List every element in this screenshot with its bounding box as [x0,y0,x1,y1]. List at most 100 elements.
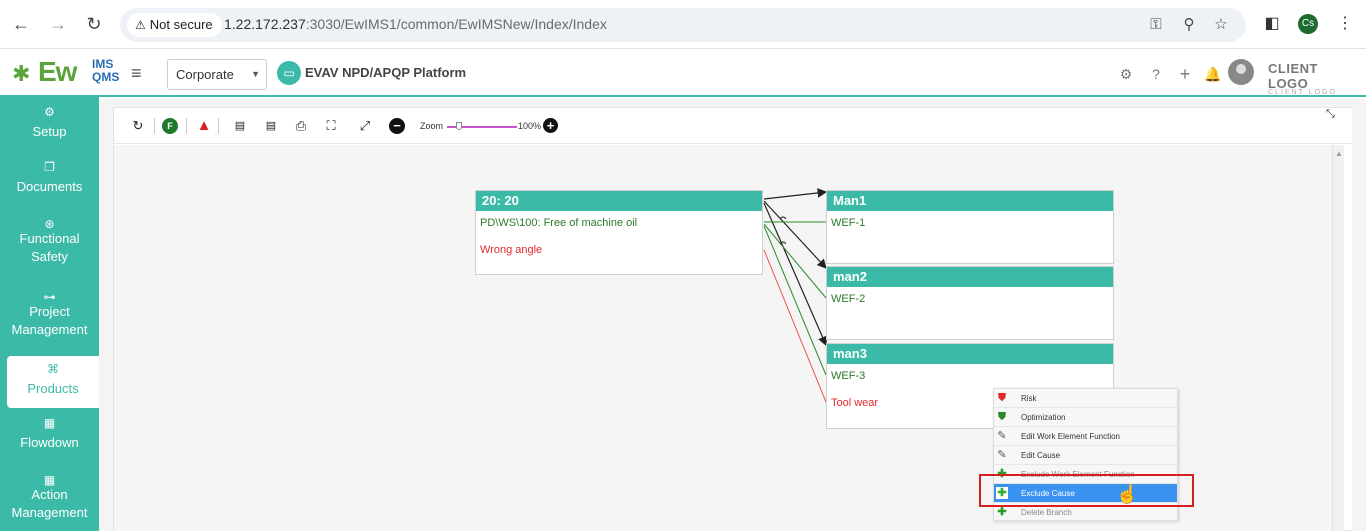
context-menu-label: Delete Branch [1021,508,1072,517]
man3-node-cause[interactable]: Tool wear [831,397,878,409]
man1-node[interactable]: Man1 WEF-1 [826,190,1114,264]
sidebar-item-products[interactable]: ⌘ Products [7,356,99,408]
url-text[interactable]: 1.22.172.237:3030/EwIMS1/common/EwIMSNew… [224,16,607,32]
hamburger-menu-icon[interactable]: ≡ [131,63,142,84]
url-host: 1.22.172.237 [224,16,306,32]
key-icon[interactable]: ⚿ [1146,15,1166,35]
man2-node[interactable]: man2 WEF-2 [826,266,1114,340]
security-label: Not secure [149,17,213,32]
toolbar-separator [154,118,155,134]
hand-cursor-icon: ☝ [1116,484,1139,504]
organization-select-value: Corporate [176,67,234,82]
client-logo-text: CLIENT LOGO [1268,61,1318,91]
browser-chrome: ← → ↻ ⚠ Not secure 1.22.172.237:3030/EwIM… [0,0,1366,49]
logo-ew-text: Ew [38,56,77,87]
client-logo: CLIENT LOGO CLIENT LOGO [1268,61,1352,96]
plus-icon: ✚ [997,506,1007,518]
profile-avatar[interactable]: Cs [1298,14,1318,34]
man2-node-title: man2 [827,267,1113,287]
vertical-scrollbar[interactable]: ▲ [1332,145,1344,531]
sidebar-item-label: Project Management [11,304,88,337]
monitor-icon: ▭ [277,61,301,85]
man3-node-title: man3 [827,344,1113,364]
alert-triangle-icon[interactable]: ▲ [196,118,212,134]
man3-node-function[interactable]: WEF-3 [831,370,865,382]
sidebar-item-label: Documents [16,179,83,194]
help-icon[interactable]: ? [1147,65,1165,83]
man2-node-function[interactable]: WEF-2 [831,293,865,305]
bell-icon[interactable]: 🔔 [1204,65,1222,83]
caret-down-icon: ▼ [251,69,260,79]
export-svg-icon[interactable]: ▤ [232,118,248,134]
platform-title: EVAV NPD/APQP Platform [305,65,467,80]
zoom-out-icon[interactable]: − [389,118,405,134]
documents-icon: ❐ [44,160,55,174]
app-header: ✱ Ew IMS QMS ≡ Corporate ▼ ▭ EVAV NPD/AP… [0,49,1366,97]
forward-arrow-icon[interactable]: → [46,12,70,36]
refresh-icon[interactable]: ↻ [130,118,146,134]
gears-icon: ⚙ [44,105,55,119]
sidebar: ⚙ Setup ❐ Documents ⊛ Functional Safety … [0,97,99,531]
sidebar-item-documents[interactable]: ❐ Documents [0,160,99,194]
source-node-failure[interactable]: Wrong angle [480,244,542,256]
sidebar-item-project-management[interactable]: ⊶ Project Management [0,288,99,339]
gear-icon[interactable]: ⚙ [1117,65,1135,83]
shield-green-icon: ⛊ [997,411,1007,423]
toolbar-separator [218,118,219,134]
address-bar[interactable]: ⚠ Not secure 1.22.172.237:3030/EwIMS1/com… [120,8,1246,42]
leaf-icon: ✱ [12,61,31,86]
expand-icon[interactable]: ⤢ [357,118,373,134]
f-badge-button[interactable]: F [162,118,178,134]
source-node-title: 20: 20 [476,191,762,211]
context-menu-label: Risk [1021,394,1037,403]
organization-select[interactable]: Corporate ▼ [167,59,267,90]
right-gutter [1352,99,1365,531]
export-png-icon[interactable]: ▤ [263,118,279,134]
fit-screen-icon[interactable]: ⛶ [323,118,339,134]
toolbar-separator [186,118,187,134]
context-menu-item-risk[interactable]: ⛊ Risk [994,389,1177,408]
sidebar-item-label: Functional Safety [19,231,80,264]
logo-qms-text: QMS [92,70,120,84]
sidebar-item-flowdown[interactable]: ▦ Flowdown [0,416,99,450]
sidebar-item-action-management[interactable]: ▦ Action Management [0,471,99,522]
connector-to-man1 [763,188,828,200]
sidebar-item-label: Action Management [11,487,88,520]
context-menu-item-optimization[interactable]: ⛊ Optimization [994,408,1177,427]
source-node[interactable]: 20: 20 PD\WS\100: Free of machine oil Wr… [475,190,763,275]
sidebar-item-label: Flowdown [20,435,79,450]
kebab-menu-icon[interactable]: ⋮ [1334,13,1356,35]
sidebar-item-functional-safety[interactable]: ⊛ Functional Safety [0,215,99,266]
zoom-magnifier-icon[interactable]: ⚲ [1179,15,1199,35]
edit-icon: ✎ [997,430,1007,442]
context-menu-label: Edit Cause [1021,451,1061,460]
shield-red-icon: ⛊ [997,392,1007,404]
building-icon: ▦ [43,416,56,430]
hierarchy-icon: ⊶ [43,290,56,304]
warning-triangle-icon: ⚠ [135,18,146,32]
reload-icon[interactable]: ↻ [82,12,106,36]
url-path: :3030/EwIMS1/common/EwIMSNew/Index/Index [305,16,607,32]
source-node-function[interactable]: PD\WS\100: Free of machine oil [480,217,637,229]
context-menu-item-edit-work-element-function[interactable]: ✎ Edit Work Element Function [994,427,1177,446]
security-chip[interactable]: ⚠ Not secure [127,13,222,37]
plus-icon[interactable]: + [1176,65,1194,83]
zoom-slider-handle[interactable] [456,122,462,130]
zoom-in-icon[interactable]: + [543,118,558,133]
star-icon[interactable]: ☆ [1211,15,1231,35]
print-icon[interactable]: ⎙ [293,118,309,134]
context-menu-label: Optimization [1021,413,1066,422]
sidebar-item-label: Setup [32,124,67,139]
zoom-value: 100% [518,121,542,131]
user-avatar[interactable] [1228,59,1254,85]
back-arrow-icon[interactable]: ← [9,12,33,36]
collapse-panel-icon[interactable]: ⤡ [1326,108,1335,121]
man1-node-function[interactable]: WEF-1 [831,217,865,229]
sidebar-item-setup[interactable]: ⚙ Setup [0,105,99,139]
man1-node-title: Man1 [827,191,1113,211]
side-panel-icon[interactable]: ◧ [1261,13,1283,35]
context-menu-item-edit-cause[interactable]: ✎ Edit Cause [994,446,1177,465]
ewims-logo[interactable]: ✱ Ew IMS QMS [12,55,122,91]
scroll-up-icon[interactable]: ▲ [1335,149,1343,158]
sidebar-item-label: Products [27,381,79,396]
